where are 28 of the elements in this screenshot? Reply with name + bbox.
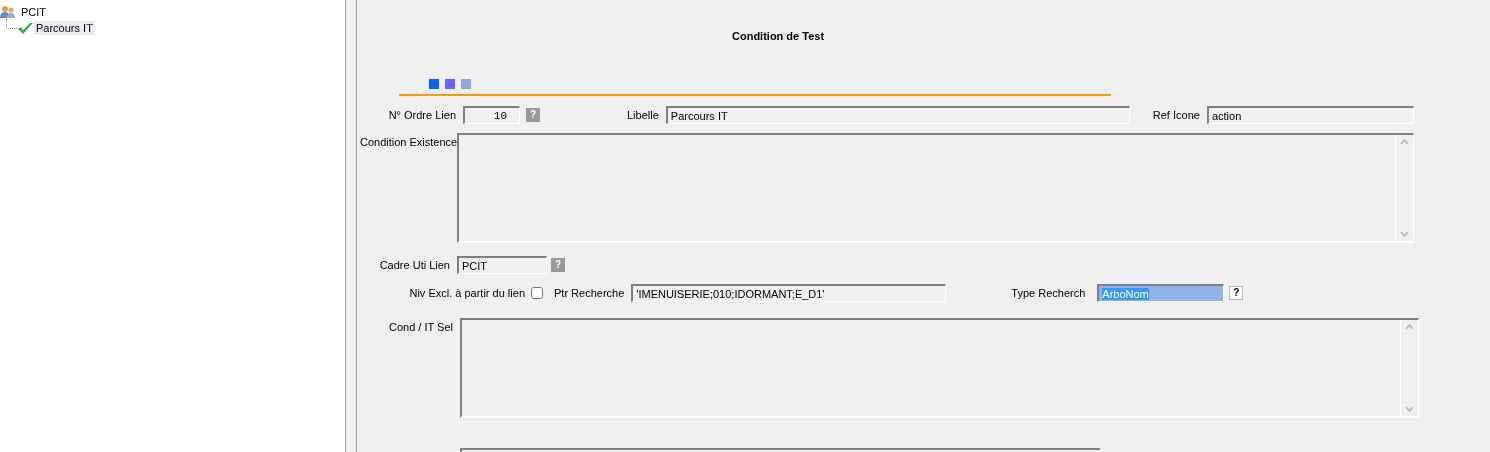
users-icon [0,5,16,19]
search-pointer-field[interactable]: 'IMENUISERIE;010;IDORMANT;E_D1' [631,284,947,302]
condition-textarea[interactable] [460,318,1419,418]
field-label: Niv Excl. à partir du lien [408,287,525,299]
checkmark-icon [17,21,34,35]
scroll-up-icon[interactable] [1400,139,1409,145]
order-field[interactable]: 10 [463,106,520,124]
field-label: Ref Icone [1152,109,1200,121]
scroll-down-icon[interactable] [1400,231,1409,237]
scroll-down-icon[interactable] [1405,406,1414,412]
splitter-bar[interactable] [346,0,357,452]
field-label: Ptr Recherche [554,287,625,299]
help-button[interactable]: ? [1229,286,1244,300]
field-label: Libelle [627,109,659,121]
field-label: Cadre Uti Lien [378,259,450,271]
tree-item[interactable]: Parcours IT [34,21,95,35]
label-field[interactable]: Parcours IT [665,106,1130,124]
exclusion-checkbox[interactable] [531,287,543,299]
field-label: N° Ordre Lien [387,109,456,121]
frame-field[interactable]: PCIT [457,256,547,274]
icon-ref-field[interactable]: action [1206,106,1414,124]
condition-textarea[interactable] [457,133,1414,243]
scroll-up-icon[interactable] [1405,324,1414,330]
field-label: Cond / IT Sel [388,320,453,333]
field-label: Type Recherch [1011,287,1086,299]
tree-item[interactable]: PCIT [19,5,49,19]
field-label: Condition Existence [360,135,457,148]
form-title: Condition de Test [732,30,825,42]
